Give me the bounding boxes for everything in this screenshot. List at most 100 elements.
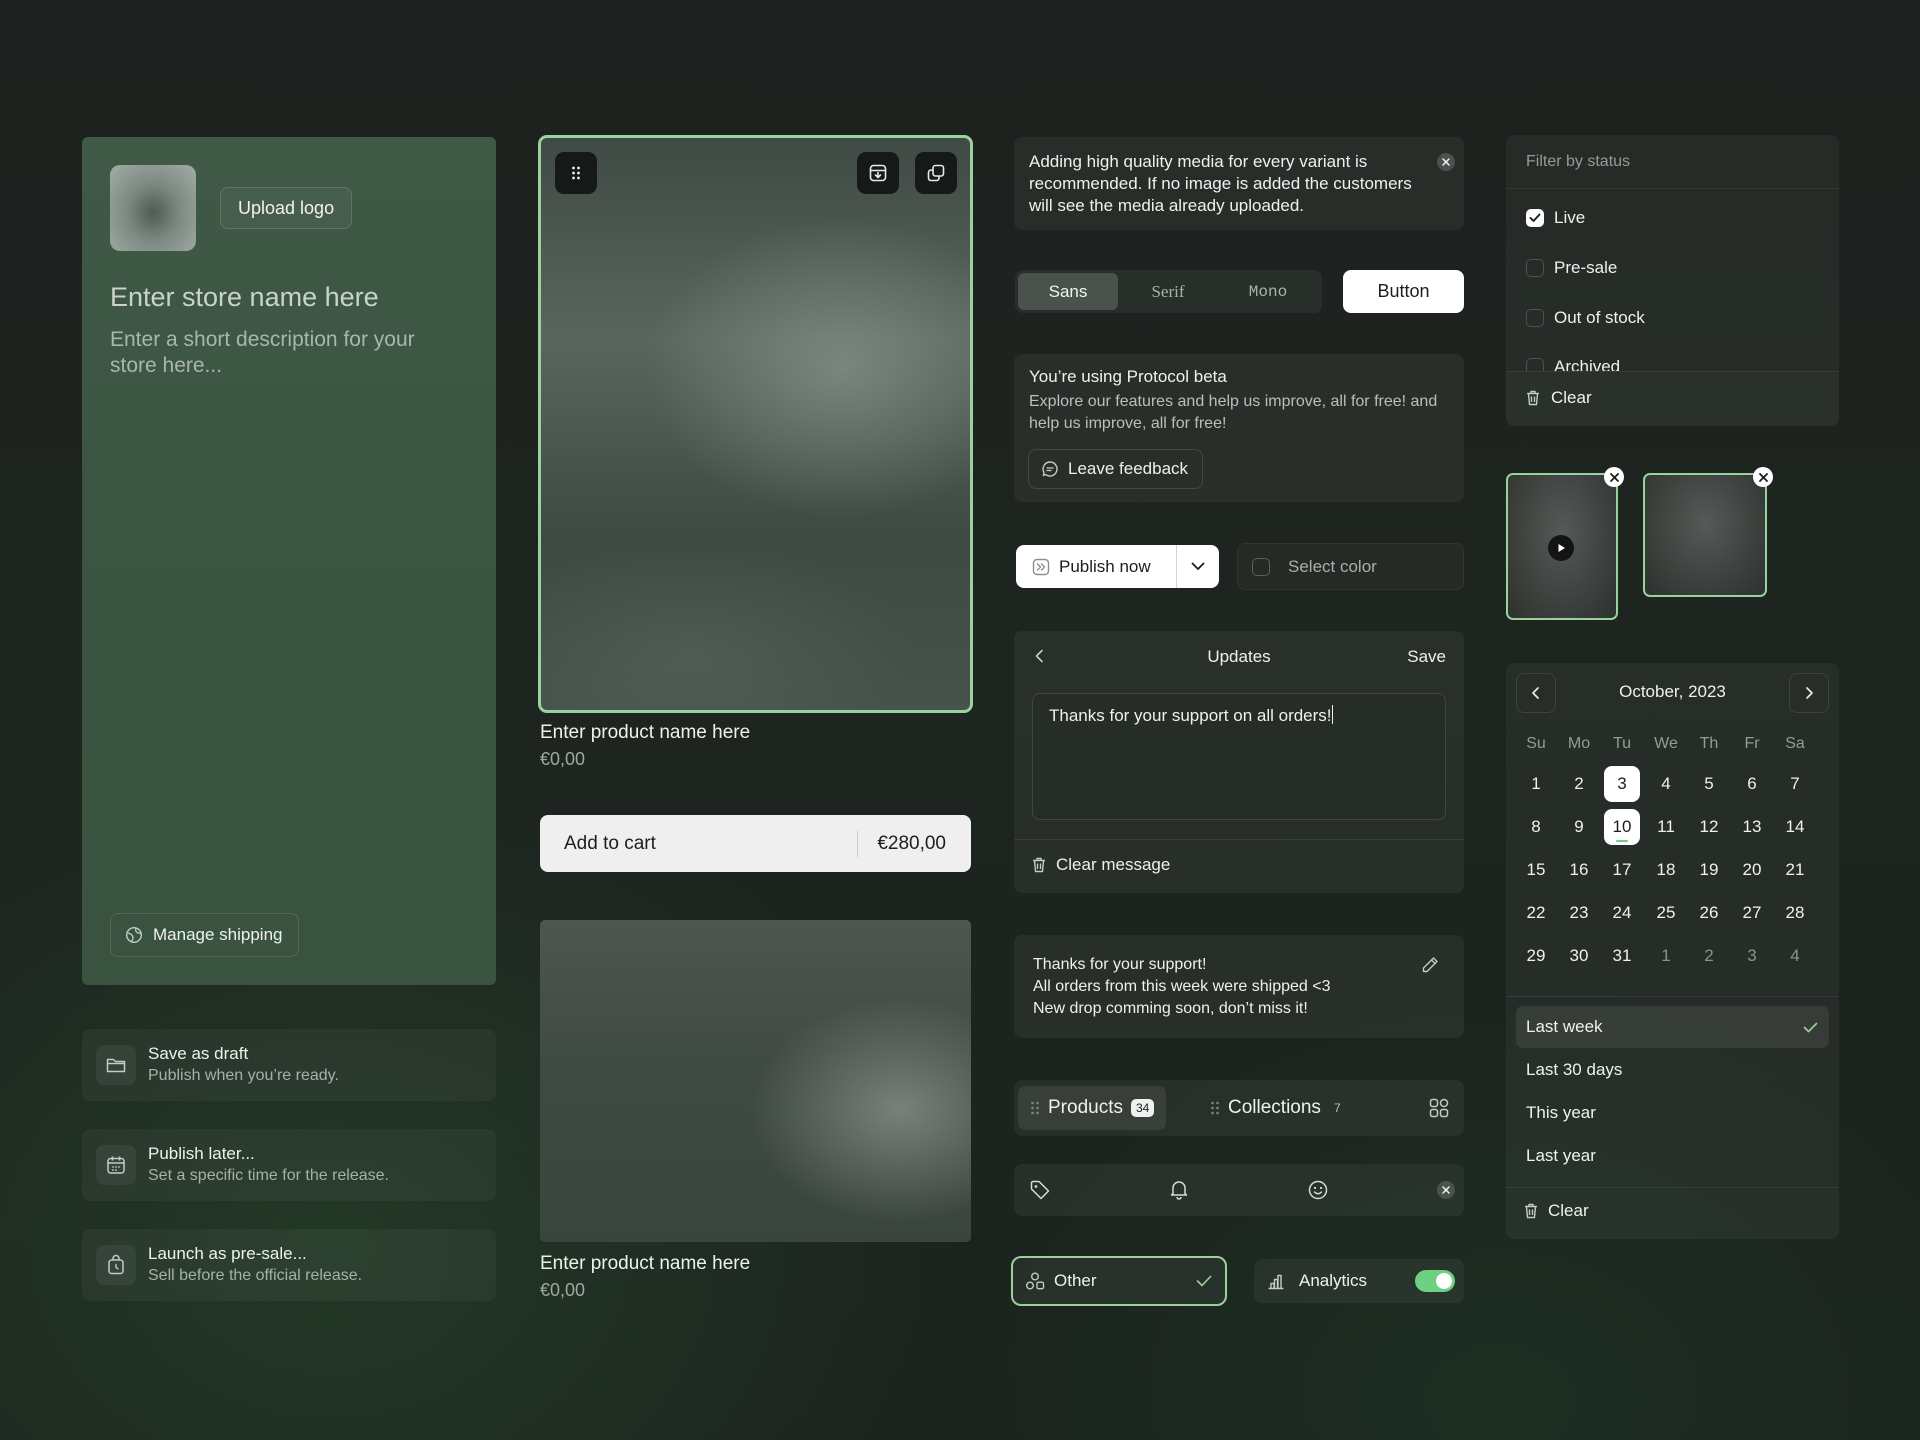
publish-later-option[interactable]: Publish later... Set a specific time for… [82,1129,496,1201]
calendar-day[interactable]: 2 [1691,938,1727,974]
segment-sans[interactable]: Sans [1018,273,1118,310]
remove-media-button[interactable] [1604,467,1624,487]
calendar-day[interactable]: 5 [1691,766,1727,802]
notifications-button[interactable] [1168,1178,1190,1200]
emoji-button[interactable] [1307,1179,1329,1201]
play-button[interactable] [1548,535,1574,561]
grid-view-button[interactable] [1428,1097,1450,1119]
schedule-forward-icon [1032,558,1050,576]
calendar-day[interactable]: 13 [1734,809,1770,845]
video-thumbnail[interactable] [1506,473,1618,620]
segment-serif[interactable]: Serif [1118,273,1218,310]
analytics-toggle-switch[interactable] [1415,1270,1455,1292]
tag-button[interactable] [1029,1179,1051,1201]
segment-mono[interactable]: Mono [1218,273,1318,310]
calendar-day[interactable]: 3 [1604,766,1640,802]
manage-shipping-button[interactable]: Manage shipping [110,913,300,957]
save-button[interactable]: Save [1407,647,1446,667]
calendar-day[interactable]: 23 [1561,895,1597,931]
calendar-day[interactable]: 28 [1777,895,1813,931]
upload-logo-button[interactable]: Upload logo [220,187,353,229]
filter-option-label: Live [1554,208,1586,227]
download-button[interactable] [857,152,899,194]
shapes-icon [1025,1271,1045,1291]
save-as-draft-option[interactable]: Save as draft Publish when you’re ready. [82,1029,496,1101]
primary-button[interactable]: Button [1343,270,1464,313]
calendar-day[interactable]: 17 [1604,852,1640,888]
calendar-day[interactable]: 7 [1777,766,1813,802]
select-color-input[interactable]: Select color [1237,543,1464,590]
close-button[interactable] [1437,1181,1455,1199]
range-this-year[interactable]: This year [1516,1092,1829,1134]
calendar-day[interactable]: 9 [1561,809,1597,845]
calendar-day[interactable]: 19 [1691,852,1727,888]
remove-media-button[interactable] [1753,467,1773,487]
product-media-selected[interactable] [538,135,973,713]
calendar-day[interactable]: 3 [1734,938,1770,974]
add-to-cart-button[interactable]: Add to cart €280,00 [540,815,971,872]
launch-pre-sale-option[interactable]: Launch as pre-sale... Sell before the of… [82,1229,496,1301]
clear-date-button[interactable]: Clear [1522,1201,1589,1221]
filter-option-live[interactable]: Live [1526,208,1585,228]
clear-filter-button[interactable]: Clear [1524,388,1592,408]
calendar-day[interactable]: 27 [1734,895,1770,931]
dismiss-alert-button[interactable] [1437,153,1455,171]
range-last-30-days[interactable]: Last 30 days [1516,1049,1829,1091]
other-option-selected[interactable]: Other [1011,1256,1227,1306]
calendar-day[interactable]: 22 [1518,895,1554,931]
calendar-day[interactable]: 24 [1604,895,1640,931]
checkbox-checked[interactable] [1526,209,1544,227]
calendar-day[interactable]: 21 [1777,852,1813,888]
calendar-day[interactable]: 1 [1518,766,1554,802]
calendar-day[interactable]: 18 [1648,852,1684,888]
update-message-textarea[interactable]: Thanks for your support on all orders! [1032,693,1446,820]
publish-now-button[interactable]: Publish now [1016,557,1176,577]
option-subtitle: Sell before the official release. [148,1267,363,1284]
calendar-day[interactable]: 10 [1604,809,1640,845]
checkbox[interactable] [1526,259,1544,277]
tab-collections[interactable]: Collections 7 [1198,1086,1358,1130]
calendar-day[interactable]: 15 [1518,852,1554,888]
beta-title: You’re using Protocol beta [1029,367,1227,386]
tab-products[interactable]: Products 34 [1018,1086,1167,1130]
calendar-day[interactable]: 26 [1691,895,1727,931]
product-price-input[interactable]: €0,00 [540,749,585,770]
calendar-day[interactable]: 31 [1604,938,1640,974]
filter-option-out-of-stock[interactable]: Out of stock [1526,308,1645,328]
calendar-day[interactable]: 11 [1648,809,1684,845]
drag-handle-button[interactable] [555,152,597,194]
calendar-day[interactable]: 1 [1648,938,1684,974]
calendar-day[interactable]: 12 [1691,809,1727,845]
image-thumbnail[interactable] [1643,473,1767,597]
calendar-day[interactable]: 2 [1561,766,1597,802]
store-name-input[interactable]: Enter store name here [110,282,379,313]
leave-feedback-button[interactable]: Leave feedback [1028,449,1204,489]
checkbox[interactable] [1526,309,1544,327]
calendar-day[interactable]: 8 [1518,809,1554,845]
calendar-day[interactable]: 16 [1561,852,1597,888]
range-last-year[interactable]: Last year [1516,1135,1829,1177]
product-price-input[interactable]: €0,00 [540,1280,585,1301]
next-month-button[interactable] [1789,673,1829,713]
range-last-week[interactable]: Last week [1516,1006,1829,1048]
calendar-day[interactable]: 4 [1777,938,1813,974]
calendar-day[interactable]: 6 [1734,766,1770,802]
filter-option-pre-sale[interactable]: Pre-sale [1526,258,1617,278]
option-title: Publish later... [148,1144,255,1163]
calendar-day[interactable]: 29 [1518,938,1554,974]
calendar-day[interactable]: 4 [1648,766,1684,802]
store-description-input[interactable]: Enter a short description for your store… [110,327,450,379]
product-media[interactable] [540,920,971,1242]
duplicate-button[interactable] [915,152,957,194]
clear-message-button[interactable]: Clear message [1030,855,1170,875]
calendar-day[interactable]: 20 [1734,852,1770,888]
product-name-input[interactable]: Enter product name here [540,722,750,744]
publish-split-button: Publish now [1016,545,1219,588]
calendar-day[interactable]: 30 [1561,938,1597,974]
product-name-input[interactable]: Enter product name here [540,1253,750,1275]
edit-button[interactable] [1420,955,1440,975]
calendar-day[interactable]: 14 [1777,809,1813,845]
calendar-day[interactable]: 25 [1648,895,1684,931]
store-logo-image[interactable] [110,165,196,251]
publish-options-dropdown[interactable] [1177,562,1219,571]
